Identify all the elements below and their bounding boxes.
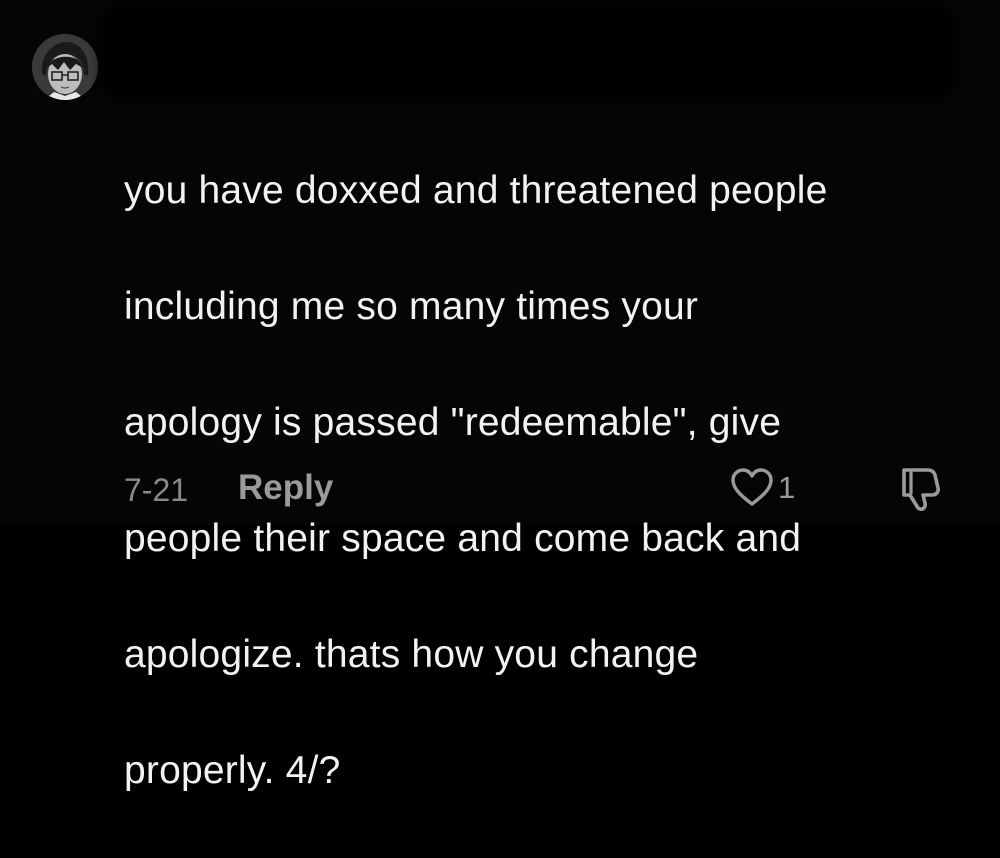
thumbs-down-outline-icon	[902, 468, 940, 511]
heart-outline-icon	[731, 468, 773, 506]
comment-line: including me so many times your	[124, 285, 699, 328]
comment-line: properly. 4/?	[124, 749, 341, 792]
avatar-image	[32, 34, 98, 100]
redaction-bar	[108, 10, 948, 94]
comment-line: you have doxxed and threatened people	[124, 169, 828, 212]
reply-button[interactable]: Reply	[238, 468, 333, 508]
avatar[interactable]	[32, 34, 98, 100]
dislike-button[interactable]	[894, 464, 946, 512]
like-button[interactable]: 1	[730, 466, 795, 510]
comment-line: apology is passed "redeemable", give	[124, 401, 782, 444]
comment-line: apologize. thats how you change	[124, 633, 699, 676]
comment-line: people their space and come back and	[124, 517, 802, 560]
comment-actions: 7-21 Reply 1	[124, 464, 964, 512]
like-count: 1	[778, 470, 796, 505]
timestamp: 7-21	[124, 472, 189, 508]
comment-item: S you have doxxed and threatened people …	[0, 0, 1000, 792]
